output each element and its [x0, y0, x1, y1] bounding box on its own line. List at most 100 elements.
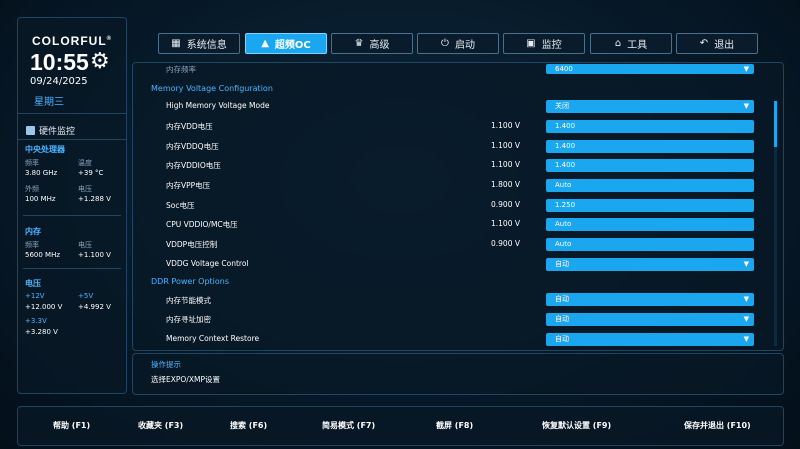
vddp-voltage-input[interactable]: Auto: [546, 238, 754, 251]
current-voltage: 1.100 V: [491, 160, 520, 169]
setting-label: 内存频率: [166, 65, 196, 74]
setting-label: 内存VDDQ电压: [166, 142, 219, 151]
operation-hint-panel: 操作提示 选择EXPO/XMP设置: [132, 353, 784, 395]
voltage-section-title: 电压: [25, 279, 41, 288]
hint-title: 操作提示: [151, 360, 181, 369]
high-memory-voltage-mode-select[interactable]: 关闭 ▼: [546, 100, 754, 113]
save-and-exit-button[interactable]: 保存并退出 (F10): [684, 420, 751, 431]
vdd-voltage-input[interactable]: 1.400: [546, 120, 754, 133]
tab-exit[interactable]: ↶ 退出: [676, 33, 758, 54]
cpu-freq-value: 3.80 GHz: [25, 169, 58, 177]
current-voltage: 1.100 V: [491, 219, 520, 228]
cpu-vddio-mc-voltage-input[interactable]: Auto: [546, 218, 754, 231]
vpp-voltage-input[interactable]: Auto: [546, 179, 754, 192]
setting-label: Soc电压: [166, 201, 195, 210]
memory-address-encryption-select[interactable]: 自动 ▼: [546, 313, 754, 326]
clock-date: 09/24/2025: [30, 76, 88, 87]
setting-label: High Memory Voltage Mode: [166, 101, 270, 110]
memory-power-saving-select[interactable]: 自动 ▼: [546, 293, 754, 306]
divider: [23, 268, 121, 269]
load-defaults-button[interactable]: 恢复默认设置 (F9): [542, 420, 611, 431]
cpu-temp-label: 温度: [78, 159, 92, 167]
brand-logo: COLORFUL®: [32, 34, 113, 48]
tab-monitor[interactable]: ▣ 监控: [503, 33, 585, 54]
vddq-voltage-input[interactable]: 1.400: [546, 140, 754, 153]
setting-label: 内存寻址加密: [166, 315, 211, 324]
setting-label: VDDP电压控制: [166, 240, 218, 249]
cpu-bclk-value: 100 MHz: [25, 195, 56, 203]
cpu-bclk-label: 外频: [25, 185, 39, 193]
chip-icon: [26, 126, 35, 135]
memory-volt-label: 电压: [78, 241, 92, 249]
setting-label: Memory Context Restore: [166, 334, 260, 343]
chevron-down-icon: ▼: [743, 295, 749, 303]
power-icon: ⏻: [441, 38, 449, 49]
memory-volt-value: +1.100 V: [78, 251, 111, 259]
setting-label: CPU VDDIO/MC电压: [166, 220, 238, 229]
chevron-down-icon: ▼: [743, 335, 749, 343]
tab-system-info[interactable]: ▦ 系统信息: [158, 33, 240, 54]
scrollbar-thumb[interactable]: [774, 101, 777, 147]
setting-label: 内存VPP电压: [166, 181, 211, 190]
v5-label: +5V: [78, 292, 94, 300]
memory-frequency-select[interactable]: 6400 ▼: [546, 64, 754, 74]
chevron-down-icon: ▼: [743, 315, 749, 323]
memory-section-title: 内存: [25, 227, 41, 236]
group-title-memory-voltage: Memory Voltage Configuration: [151, 84, 273, 93]
toolbox-icon: ⌂: [614, 38, 622, 49]
v33-label: +3.3V: [25, 317, 47, 325]
divider: [23, 215, 121, 216]
tab-tools[interactable]: ⌂ 工具: [590, 33, 672, 54]
current-voltage: 1.800 V: [491, 180, 520, 189]
favorites-button[interactable]: 收藏夹 (F3): [138, 420, 183, 431]
hardware-monitor-panel: COLORFUL® 10:55 ⚙ 09/24/2025 星期三 硬件监控 中央…: [17, 17, 127, 394]
current-voltage: 0.900 V: [491, 200, 520, 209]
clock-time: 10:55: [30, 49, 89, 75]
v33-value: +3.280 V: [25, 328, 58, 336]
crown-icon: ♛: [354, 38, 364, 49]
tab-boot[interactable]: ⏻ 启动: [417, 33, 499, 54]
clock-weekday: 星期三: [34, 97, 64, 108]
current-voltage: 1.100 V: [491, 121, 520, 130]
search-button[interactable]: 搜索 (F6): [230, 420, 267, 431]
chevron-down-icon: ▼: [743, 102, 749, 110]
group-title-ddr-power: DDR Power Options: [151, 277, 230, 286]
gear-icon: ⚙: [90, 49, 110, 74]
divider: [18, 113, 126, 114]
tab-advanced[interactable]: ♛ 高级: [331, 33, 413, 54]
help-button[interactable]: 帮助 (F1): [53, 420, 90, 431]
function-key-bar: 帮助 (F1) 收藏夹 (F3) 搜索 (F6) 简易模式 (F7) 截屏 (F…: [17, 406, 784, 446]
v5-value: +4.992 V: [78, 303, 111, 311]
setting-label: 内存VDDIO电压: [166, 161, 221, 170]
back-arrow-icon: ↶: [699, 38, 709, 49]
divider: [18, 139, 126, 140]
screenshot-button[interactable]: 截屏 (F8): [436, 420, 473, 431]
current-voltage: 1.100 V: [491, 141, 520, 150]
cpu-volt-label: 电压: [78, 185, 92, 193]
memory-freq-label: 频率: [25, 241, 39, 249]
vddg-voltage-control-select[interactable]: 自动 ▼: [546, 258, 754, 271]
soc-voltage-input[interactable]: 1.250: [546, 199, 754, 212]
monitor-icon: ▣: [526, 38, 536, 49]
rocket-icon: ▲: [261, 38, 269, 49]
memory-context-restore-select[interactable]: 自动 ▼: [546, 333, 754, 346]
chevron-down-icon: ▼: [743, 260, 749, 268]
memory-freq-value: 5600 MHz: [25, 251, 61, 259]
setting-label: VDDG Voltage Control: [166, 259, 249, 268]
setting-label: 内存VDD电压: [166, 122, 213, 131]
vddio-voltage-input[interactable]: 1.400: [546, 159, 754, 172]
current-voltage: 0.900 V: [491, 239, 520, 248]
v12-label: +12V: [25, 292, 45, 300]
cpu-temp-value: +39 °C: [78, 169, 104, 177]
cpu-freq-label: 频率: [25, 159, 39, 167]
chevron-down-icon: ▼: [743, 65, 749, 73]
settings-panel: 内存频率 6400 ▼ Memory Voltage Configuration …: [132, 62, 784, 351]
hardware-monitor-title: 硬件监控: [26, 124, 75, 137]
easy-mode-button[interactable]: 简易模式 (F7): [322, 420, 375, 431]
hint-text: 选择EXPO/XMP设置: [151, 375, 220, 384]
v12-value: +12.000 V: [25, 303, 63, 311]
cpu-volt-value: +1.288 V: [78, 195, 111, 203]
setting-label: 内存节能模式: [166, 296, 211, 305]
grid-icon: ▦: [171, 38, 181, 49]
tab-overclock[interactable]: ▲ 超频OC: [245, 33, 327, 54]
